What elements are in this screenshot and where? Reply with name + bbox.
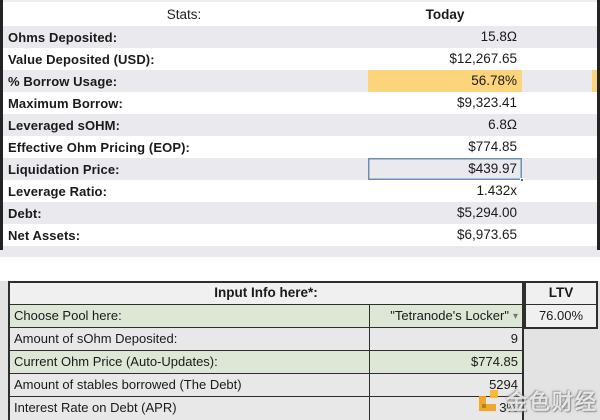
stat-label-cell[interactable]: Maximum Borrow: xyxy=(0,96,368,111)
stat-value-text: 15.8Ω xyxy=(481,29,517,44)
input-label-cell[interactable]: Amount of stables borrowed (The Debt) xyxy=(10,374,370,396)
stats-row: % Borrow Usage: 56.78% xyxy=(0,70,600,92)
stats-row: Ohms Deposited: 15.8Ω xyxy=(0,26,600,48)
screen-edge-left xyxy=(0,0,3,250)
stats-row: Debt: $5,294.00 xyxy=(0,202,600,224)
stat-value-cell[interactable]: 56.78% xyxy=(368,70,522,92)
stats-row: Maximum Borrow: $9,323.41 xyxy=(0,92,600,114)
ltv-header-cell[interactable]: LTV xyxy=(526,283,596,305)
dropdown-arrow-icon[interactable]: ▾ xyxy=(513,306,518,328)
input-value-text: $774.85 xyxy=(471,354,518,369)
stats-row: Net Assets: $6,973.65 xyxy=(0,224,600,246)
spreadsheet-screenshot: Stats: Today Ohms Deposited: 15.8Ω Value… xyxy=(0,0,600,420)
stat-value-cell[interactable]: $9,323.41 xyxy=(368,92,522,114)
ltv-value-cell[interactable]: 76.00% xyxy=(526,305,596,327)
stat-label-cell[interactable]: Liquidation Price: xyxy=(0,162,368,177)
stat-value-text: $5,294.00 xyxy=(457,205,517,220)
input-row: Current Ohm Price (Auto-Updates): $774.8… xyxy=(10,351,522,374)
stats-rows: Ohms Deposited: 15.8Ω Value Deposited (U… xyxy=(0,26,600,246)
stat-label-cell[interactable]: % Borrow Usage: xyxy=(0,74,368,89)
stats-table: Stats: Today Ohms Deposited: 15.8Ω Value… xyxy=(0,2,600,257)
stats-row: Value Deposited (USD): $12,267.65 xyxy=(0,48,600,70)
input-table: Input Info here*: Choose Pool here: "Tet… xyxy=(8,281,524,420)
stat-label-cell[interactable]: Leverage Ratio: xyxy=(0,184,368,199)
input-value-text: "Tetranode's Locker" xyxy=(390,308,509,323)
stats-table-header: Stats: Today xyxy=(0,2,600,26)
stat-value-cell[interactable]: 6.8Ω xyxy=(368,114,522,136)
input-rows: Choose Pool here: "Tetranode's Locker"▾ … xyxy=(10,305,522,420)
stat-value-text: $439.97 xyxy=(468,161,517,176)
stat-value-text: 56.78% xyxy=(471,73,517,88)
stat-value-text: $6,973.65 xyxy=(457,227,517,242)
input-row: Amount of stables borrowed (The Debt) 52… xyxy=(10,374,522,397)
input-value-cell[interactable]: $774.85▾ xyxy=(370,351,522,373)
stat-value-cell[interactable]: $439.97 xyxy=(368,158,522,180)
stat-value-cell[interactable]: 1.432x xyxy=(368,180,522,202)
input-label-cell[interactable]: Interest Rate on Debt (APR) xyxy=(10,397,370,420)
input-value-cell[interactable]: 9▾ xyxy=(370,328,522,350)
stat-value-cell[interactable]: $12,267.65 xyxy=(368,48,522,70)
stat-label-cell[interactable]: Ohms Deposited: xyxy=(0,30,368,45)
ltv-column: LTV 76.00% xyxy=(524,281,598,329)
stat-value-text: 1.432x xyxy=(476,183,517,198)
input-table-header-cell[interactable]: Input Info here*: xyxy=(10,283,522,305)
stat-value-text: $12,267.65 xyxy=(449,51,517,66)
stats-row: Leverage Ratio: 1.432x xyxy=(0,180,600,202)
golden-finance-watermark: 金色财经 xyxy=(477,386,598,416)
stat-label-cell[interactable]: Effective Ohm Pricing (EOP): xyxy=(0,140,368,155)
input-row: Interest Rate on Debt (APR) 3%▾ xyxy=(10,397,522,420)
stat-value-text: 6.8Ω xyxy=(488,117,517,132)
watermark-text: 金色财经 xyxy=(506,386,598,416)
stat-label-cell[interactable]: Net Assets: xyxy=(0,228,368,243)
input-row: Amount of sOhm Deposited: 9▾ xyxy=(10,328,522,351)
stats-row: Effective Ohm Pricing (EOP): $774.85 xyxy=(0,136,600,158)
stat-label-cell[interactable]: Debt: xyxy=(0,206,368,221)
stat-label-cell[interactable]: Leveraged sOHM: xyxy=(0,118,368,133)
golden-finance-logo-icon xyxy=(477,389,503,413)
input-row: Choose Pool here: "Tetranode's Locker" ▾ xyxy=(10,305,522,328)
stat-value-text: $774.85 xyxy=(468,139,517,154)
input-label-cell[interactable]: Current Ohm Price (Auto-Updates): xyxy=(10,351,370,373)
stat-value-cell[interactable]: $774.85 xyxy=(368,136,522,158)
stat-value-cell[interactable]: 15.8Ω xyxy=(368,26,522,48)
stat-label-cell[interactable]: Value Deposited (USD): xyxy=(0,52,368,67)
input-label-cell[interactable]: Amount of sOhm Deposited: xyxy=(10,328,370,350)
stat-value-text: $9,323.41 xyxy=(457,95,517,110)
stat-value-cell[interactable]: $5,294.00 xyxy=(368,202,522,224)
empty-stripe-row xyxy=(0,246,600,257)
input-value-cell[interactable]: "Tetranode's Locker" ▾ xyxy=(370,305,522,327)
stats-row: Liquidation Price: $439.97 xyxy=(0,158,600,180)
input-label-cell[interactable]: Choose Pool here: xyxy=(10,305,370,327)
input-value-text: 9 xyxy=(511,331,518,346)
stats-header-cell[interactable]: Stats: xyxy=(0,7,368,22)
stats-row: Leveraged sOHM: 6.8Ω xyxy=(0,114,600,136)
today-header-cell[interactable]: Today xyxy=(368,7,522,22)
stat-value-cell[interactable]: $6,973.65 xyxy=(368,224,522,246)
